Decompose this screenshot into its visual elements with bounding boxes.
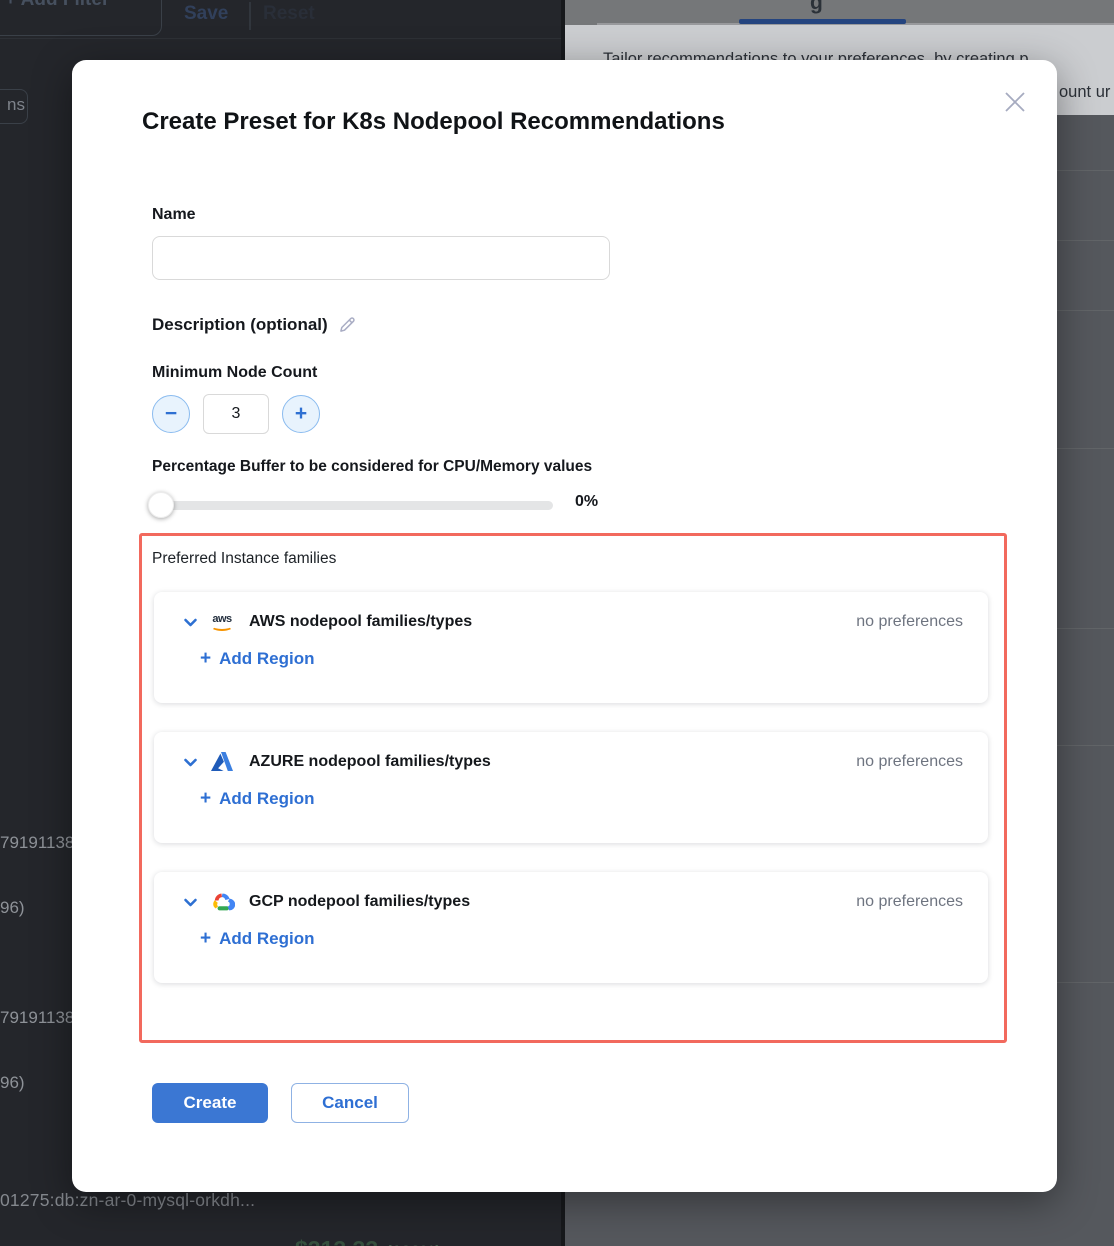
cost-percent: (100%) — [386, 1242, 441, 1246]
screen: + Add Filter Save Reset ns 79191138 96) … — [0, 0, 1114, 1246]
cost-fragment: $313.33 (100%) — [295, 1236, 441, 1246]
table-cell-fragment: 79191138 — [0, 833, 74, 853]
edit-pencil-icon[interactable] — [338, 316, 357, 335]
resource-id-fragment: 01275:db:zn-ar-0-mysql-orkdh... — [0, 1190, 255, 1211]
cancel-button[interactable]: Cancel — [291, 1083, 409, 1123]
background-chip[interactable]: ns — [0, 89, 28, 124]
name-label: Name — [152, 206, 196, 224]
drawer-description-text-fragment: ount ur — [1059, 83, 1110, 102]
min-node-count-input[interactable] — [203, 394, 269, 434]
add-filter-label: + Add Filter — [5, 0, 109, 11]
plus-icon: + — [200, 928, 211, 950]
provider-card-header[interactable]: aws AWS nodepool families/types no prefe… — [182, 610, 963, 634]
create-preset-modal: Create Preset for K8s Nodepool Recommend… — [72, 60, 1057, 1192]
chevron-down-icon[interactable] — [182, 754, 199, 771]
provider-status: no preferences — [856, 613, 963, 631]
topbar-divider — [0, 38, 561, 39]
drawer-tab-label-fragment: g — [810, 0, 823, 15]
add-region-button[interactable]: + Add Region — [200, 788, 315, 810]
buffer-slider: 0% — [152, 490, 612, 518]
description-row: Description (optional) — [152, 315, 357, 335]
create-button[interactable]: Create — [152, 1083, 268, 1123]
slider-track[interactable] — [152, 501, 553, 510]
table-cell-fragment: 96) — [0, 1073, 25, 1093]
close-icon — [1000, 87, 1030, 117]
add-region-label: Add Region — [219, 929, 314, 949]
buffer-label: Percentage Buffer to be considered for C… — [152, 458, 592, 476]
provider-card-aws: aws AWS nodepool families/types no prefe… — [154, 592, 988, 703]
provider-card-azure: AZURE nodepool families/types no prefere… — [154, 732, 988, 843]
chevron-down-icon[interactable] — [182, 614, 199, 631]
minus-icon: − — [165, 403, 177, 424]
slider-value: 0% — [575, 493, 598, 511]
plus-icon: + — [200, 788, 211, 810]
aws-logo-icon: aws — [209, 610, 235, 634]
increment-button[interactable]: + — [282, 395, 320, 433]
add-region-button[interactable]: + Add Region — [200, 648, 315, 670]
add-filter-button[interactable]: + Add Filter — [0, 0, 162, 36]
add-region-label: Add Region — [219, 789, 314, 809]
provider-status: no preferences — [856, 753, 963, 771]
provider-card-gcp: GCP nodepool families/types no preferenc… — [154, 872, 988, 983]
min-node-count-stepper: − + — [152, 394, 320, 434]
save-button[interactable]: Save — [184, 3, 228, 25]
provider-card-title: GCP nodepool families/types — [249, 893, 470, 911]
name-input[interactable] — [152, 236, 610, 280]
table-cell-fragment: 96) — [0, 898, 25, 918]
provider-card-header[interactable]: GCP nodepool families/types no preferenc… — [182, 890, 963, 914]
cost-value: $313.33 — [295, 1236, 378, 1246]
provider-card-title: AWS nodepool families/types — [249, 613, 472, 631]
provider-card-title: AZURE nodepool families/types — [249, 753, 491, 771]
provider-card-header[interactable]: AZURE nodepool families/types no prefere… — [182, 750, 963, 774]
add-region-button[interactable]: + Add Region — [200, 928, 315, 950]
plus-icon: + — [200, 648, 211, 670]
min-node-count-label: Minimum Node Count — [152, 364, 317, 382]
modal-actions: Create Cancel — [152, 1083, 409, 1123]
provider-status: no preferences — [856, 893, 963, 911]
add-region-label: Add Region — [219, 649, 314, 669]
azure-logo-icon — [209, 750, 235, 774]
chevron-down-icon[interactable] — [182, 894, 199, 911]
reset-button[interactable]: Reset — [263, 3, 315, 25]
description-label: Description (optional) — [152, 315, 328, 335]
modal-title: Create Preset for K8s Nodepool Recommend… — [142, 108, 725, 136]
decrement-button[interactable]: − — [152, 395, 190, 433]
table-cell-fragment: 79191138 — [0, 1008, 74, 1028]
topbar-separator — [249, 2, 251, 30]
gcp-logo-icon — [209, 890, 235, 914]
plus-icon: + — [295, 403, 307, 424]
background-chip-label: ns — [7, 95, 25, 115]
slider-thumb[interactable] — [148, 492, 174, 518]
drawer-active-tab-indicator — [739, 19, 906, 24]
preferred-families-label: Preferred Instance families — [152, 550, 336, 568]
close-button[interactable] — [997, 84, 1033, 120]
